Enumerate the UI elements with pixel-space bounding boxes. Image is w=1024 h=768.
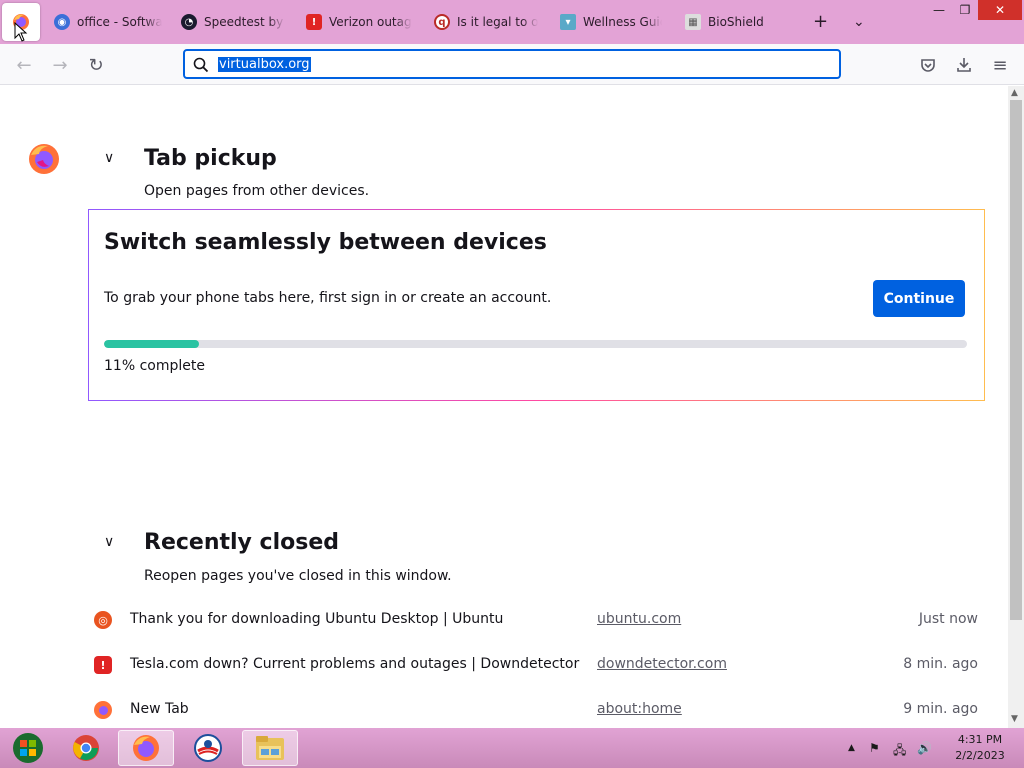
plus-icon: + [813, 11, 829, 32]
tab-office-software[interactable]: ◉ office - Software [54, 8, 162, 36]
windows-start-icon [13, 733, 43, 763]
restore-button[interactable]: ❐ [950, 0, 980, 20]
folder-icon [256, 736, 284, 760]
setup-progress-bar [104, 340, 967, 348]
firefox-logo-icon [29, 144, 59, 174]
quora-icon: q [434, 14, 450, 30]
taskbar-chrome[interactable] [58, 730, 114, 766]
item-time: 9 min. ago [903, 701, 978, 717]
item-domain: downdetector.com [597, 656, 727, 672]
mouse-cursor-icon [14, 22, 28, 42]
pocket-icon [921, 59, 935, 72]
progress-text: 11% complete [104, 358, 205, 374]
setup-progress-fill [104, 340, 199, 348]
restore-icon: ❐ [959, 3, 971, 17]
item-time: 8 min. ago [903, 656, 978, 672]
network-icon[interactable]: 🖧 [893, 741, 906, 762]
item-domain: about:home [597, 701, 682, 717]
chrome-icon [73, 735, 99, 761]
download-icon [957, 58, 971, 72]
tab-pickup-subheading: Open pages from other devices. [144, 183, 370, 199]
search-icon [193, 57, 209, 73]
item-title: Tesla.com down? Current problems and out… [130, 656, 580, 672]
pocket-button[interactable] [916, 53, 940, 77]
tab-bioshield[interactable]: ▦ BioShield [685, 8, 775, 36]
url-bar[interactable]: virtualbox.org [183, 49, 841, 79]
forward-button[interactable]: → [48, 53, 72, 77]
office-site-icon: ◉ [54, 14, 70, 30]
list-all-tabs-button[interactable]: ⌄ [853, 12, 865, 32]
scroll-thumb[interactable] [1010, 100, 1022, 620]
windows-taskbar: ▲ ⚑ 🖧 🔊 4:31 PM 2/2/2023 [0, 728, 1024, 768]
card-text: To grab your phone tabs here, first sign… [104, 290, 552, 306]
downdetector-icon: ! [94, 656, 112, 674]
recently-closed-item[interactable]: New Tab about:home 9 min. ago [94, 696, 984, 724]
item-domain: ubuntu.com [597, 611, 682, 627]
tab-wellness-guide[interactable]: ▾ Wellness Guide [560, 8, 662, 36]
tab-verizon-outage[interactable]: ! Verizon outage or [306, 8, 412, 36]
recently-closed-collapse-toggle[interactable]: ∨ [104, 534, 114, 550]
sync-setup-card: Switch seamlessly between devices To gra… [88, 209, 985, 401]
wellness-icon: ▾ [560, 14, 576, 30]
recently-closed-item[interactable]: ◎ Thank you for downloading Ubuntu Deskt… [94, 606, 984, 634]
circle-logo-icon [194, 734, 222, 762]
close-icon: ✕ [994, 3, 1006, 17]
recently-closed-item[interactable]: ! Tesla.com down? Current problems and o… [94, 651, 984, 679]
tab-pickup-heading: Tab pickup [144, 146, 277, 171]
system-clock[interactable]: 4:31 PM 2/2/2023 [950, 732, 1010, 764]
hamburger-menu-icon: ≡ [992, 54, 1008, 76]
url-text[interactable]: virtualbox.org [218, 56, 311, 72]
close-button[interactable]: ✕ [978, 0, 1022, 20]
chevron-down-icon: ∨ [104, 534, 115, 550]
item-title: New Tab [130, 701, 189, 717]
scroll-up-icon[interactable]: ▲ [1011, 88, 1018, 98]
page-scrollbar[interactable]: ▲ ▼ [1008, 86, 1024, 728]
reload-button[interactable]: ↻ [84, 53, 108, 77]
item-time: Just now [918, 611, 978, 627]
action-center-flag-icon[interactable]: ⚑ [869, 741, 880, 755]
firefox-view-page: ∨ Tab pickup Open pages from other devic… [0, 86, 1008, 728]
speedtest-icon: ◔ [181, 14, 197, 30]
taskbar-app[interactable] [180, 730, 236, 766]
back-button[interactable]: ← [12, 53, 36, 77]
recently-closed-subheading: Reopen pages you've closed in this windo… [144, 568, 452, 584]
start-button[interactable] [0, 730, 56, 766]
continue-button[interactable]: Continue [873, 280, 965, 317]
recently-closed-heading: Recently closed [144, 530, 340, 555]
downloads-button[interactable] [952, 53, 976, 77]
clock-date: 2/2/2023 [955, 749, 1005, 762]
chevron-down-icon: ∨ [104, 150, 115, 166]
navigation-toolbar: ← → ↻ virtualbox.org ≡ [0, 44, 1024, 85]
menu-button[interactable]: ≡ [988, 53, 1012, 77]
reload-icon: ↻ [88, 54, 104, 76]
taskbar-firefox[interactable] [118, 730, 174, 766]
new-tab-button[interactable]: + [813, 12, 828, 32]
ubuntu-icon: ◎ [94, 611, 112, 629]
firefox-icon [133, 735, 159, 761]
arrow-right-icon: → [52, 54, 68, 76]
firefox-icon [94, 701, 112, 719]
downdetector-icon: ! [306, 14, 322, 30]
item-title: Thank you for downloading Ubuntu Desktop… [130, 611, 504, 627]
taskbar-file-explorer[interactable] [242, 730, 298, 766]
chevron-down-icon: ⌄ [853, 14, 865, 30]
card-title: Switch seamlessly between devices [104, 230, 547, 255]
clock-time: 4:31 PM [957, 733, 1003, 746]
bioshield-icon: ▦ [685, 14, 701, 30]
tab-strip: ◉ office - Software ◔ Speedtest by Ookla… [0, 0, 1024, 44]
show-hidden-icons-icon[interactable]: ▲ [848, 743, 855, 753]
volume-icon[interactable]: 🔊 [917, 741, 932, 755]
tab-pickup-collapse-toggle[interactable]: ∨ [104, 150, 114, 166]
minimize-icon: — [933, 3, 945, 17]
scroll-down-icon[interactable]: ▼ [1011, 714, 1018, 724]
tab-quora[interactable]: q Is it legal to own [434, 8, 538, 36]
arrow-left-icon: ← [16, 54, 32, 76]
tab-speedtest[interactable]: ◔ Speedtest by Ookla [181, 8, 285, 36]
